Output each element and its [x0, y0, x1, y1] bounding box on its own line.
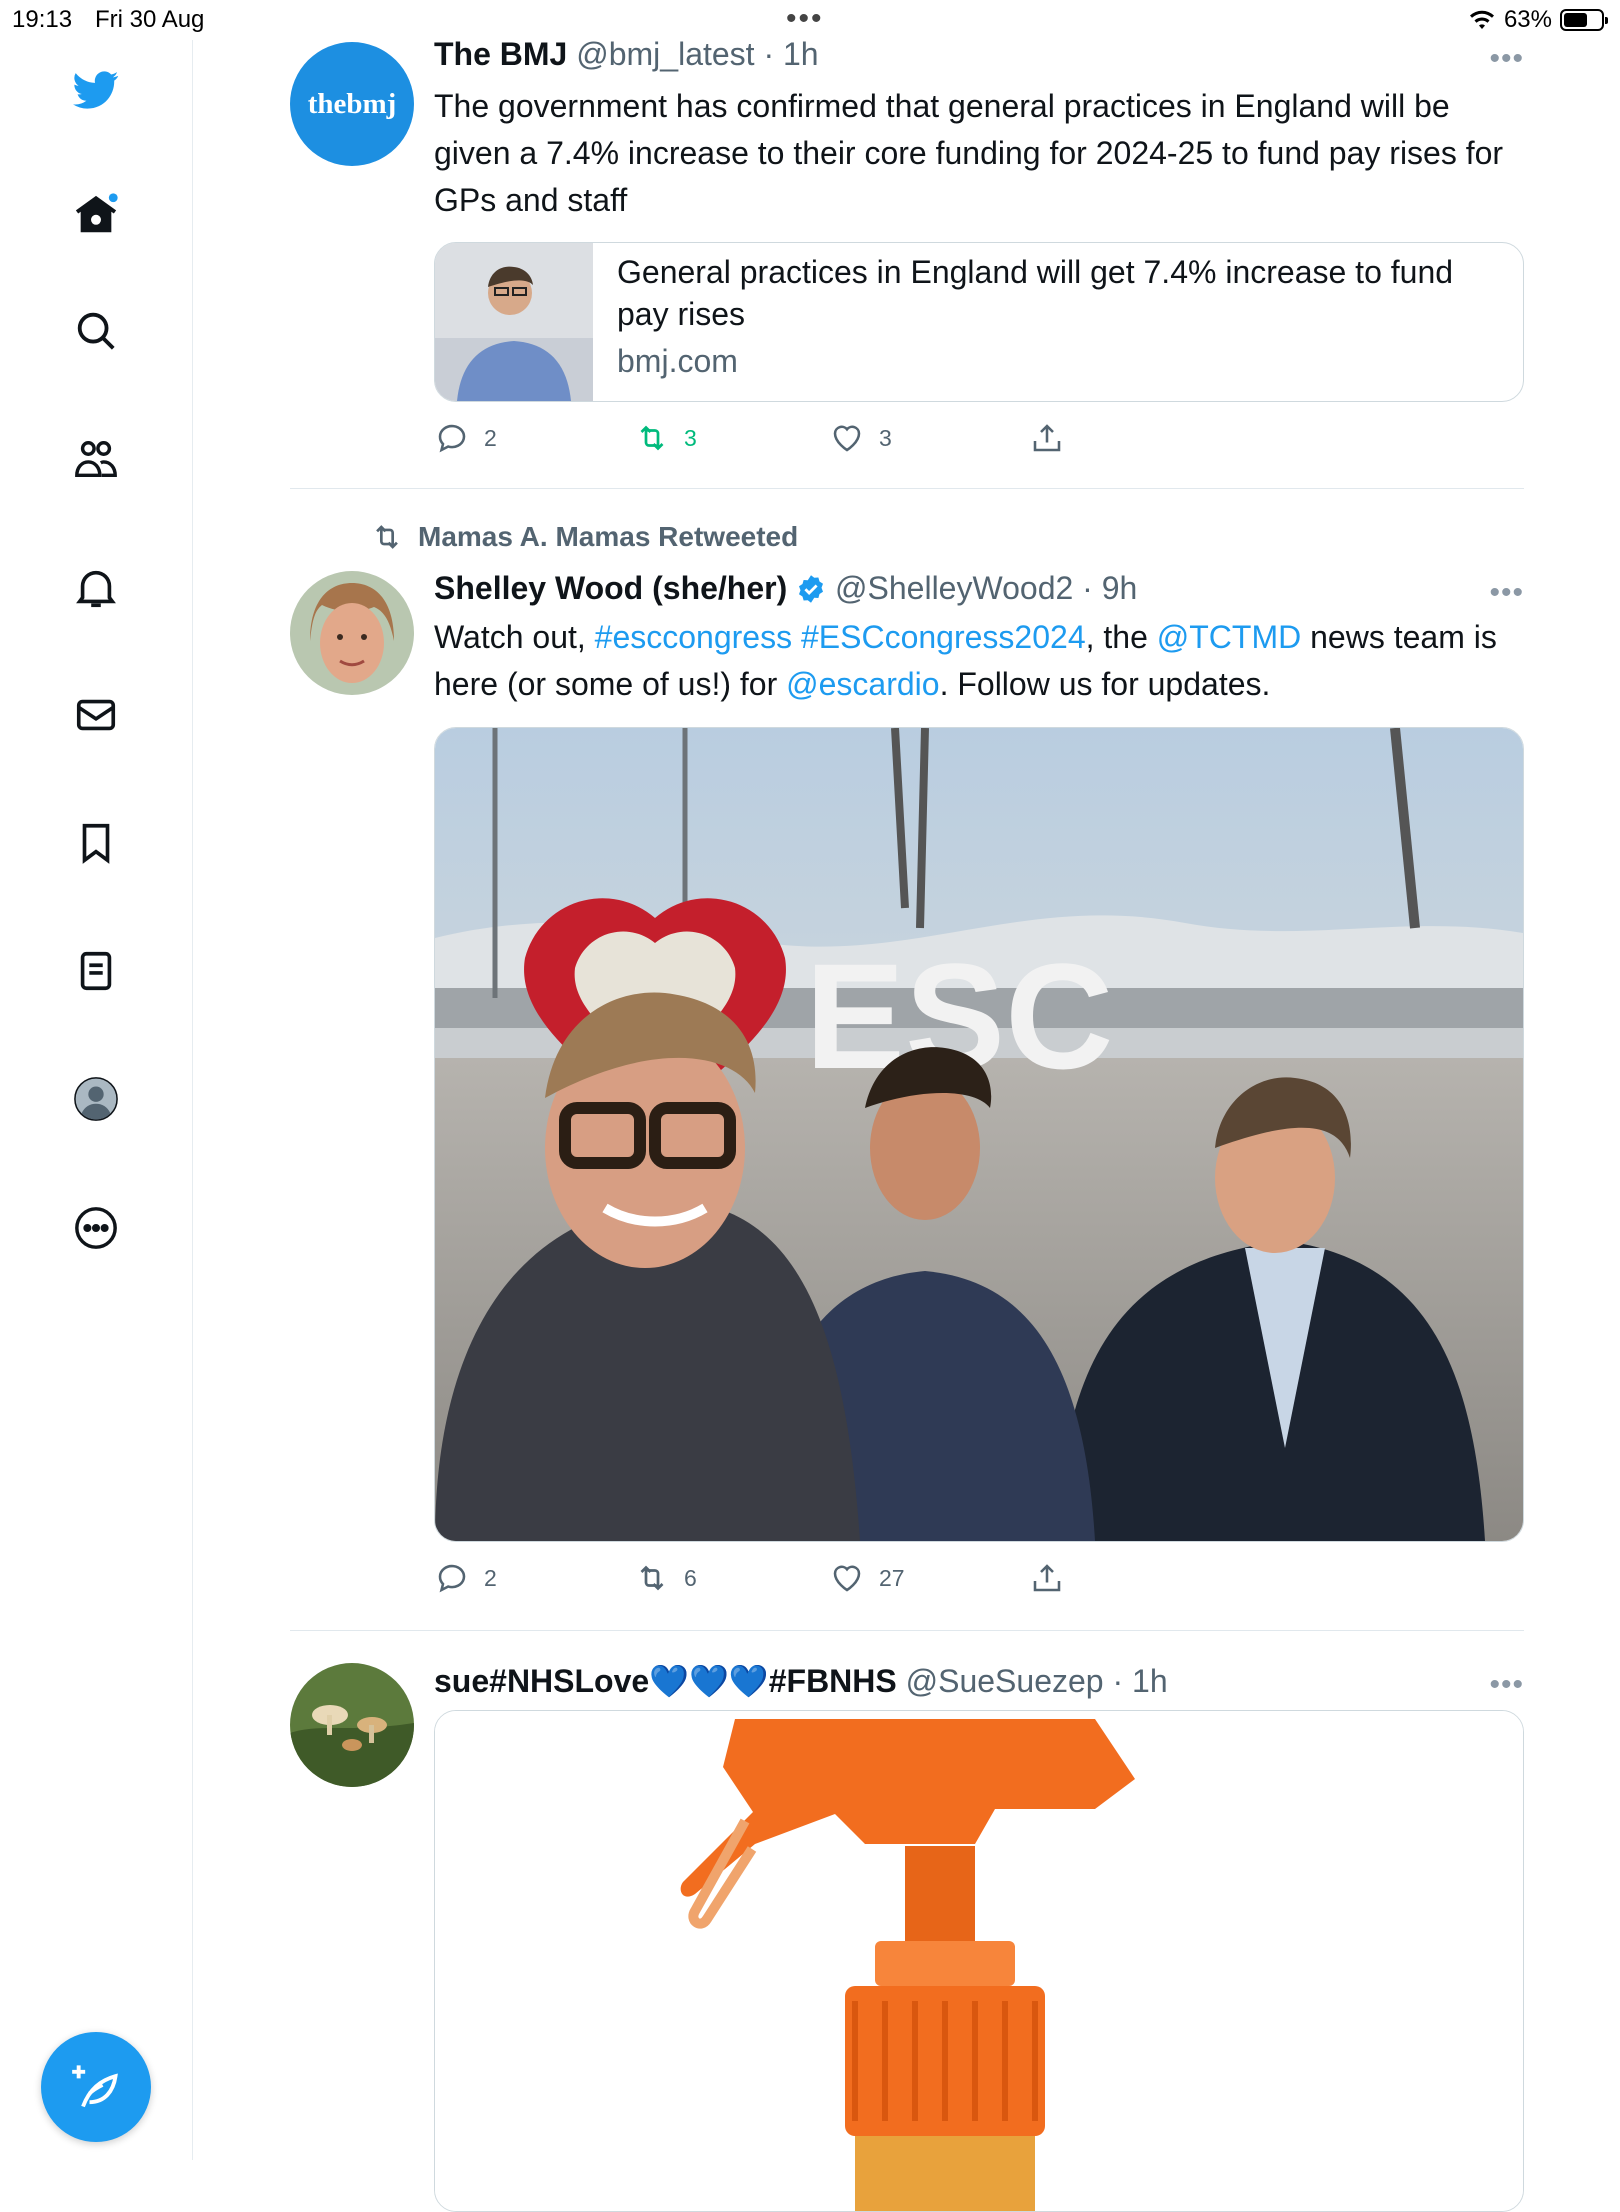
messages-icon[interactable] [68, 687, 124, 743]
tweet-divider [290, 488, 1524, 489]
tweet-actions: 2 6 27 [434, 1560, 1434, 1600]
share-icon [1033, 424, 1061, 452]
bookmarks-icon[interactable] [68, 815, 124, 871]
share-button[interactable] [1029, 420, 1065, 456]
tweet-text: Watch out, #esccongress #ESCcongress2024… [434, 614, 1524, 708]
notifications-icon[interactable] [68, 560, 124, 616]
mention-link[interactable]: @escardio [786, 666, 939, 702]
tweet-time[interactable]: · 1h [1112, 1663, 1167, 1699]
retweet-button[interactable]: 6 [634, 1560, 697, 1596]
compose-feather-icon [72, 2065, 118, 2108]
profile-icon[interactable] [68, 1071, 124, 1127]
tweet-time[interactable]: · 9h [1082, 570, 1137, 606]
multitasking-dots-icon[interactable]: ••• [786, 2, 824, 36]
hashtag-link[interactable]: #ESCcongress2024 [801, 619, 1086, 655]
battery-percent: 63% [1503, 6, 1552, 33]
reply-icon [438, 424, 466, 453]
link-card-domain: bmj.com [617, 343, 738, 379]
tweet-more-icon[interactable]: ••• [1489, 1668, 1524, 1702]
link-card-thumbnail [435, 243, 593, 401]
avatar-bmj-logo-text: thebmj [307, 87, 397, 120]
retweet-small-icon [376, 525, 398, 549]
more-icon[interactable] [68, 1200, 124, 1256]
battery-icon [1560, 9, 1608, 31]
retweet-count: 6 [684, 1564, 697, 1591]
tweet-header: The BMJ @bmj_latest · 1h [434, 36, 819, 73]
mention-link[interactable]: @TCTMD [1157, 619, 1301, 655]
tweet-time[interactable]: · 1h [763, 36, 818, 72]
link-card[interactable]: General practices in England will get 7.… [434, 242, 1524, 402]
heart-icon [833, 1565, 861, 1592]
tweet-more-icon[interactable]: ••• [1489, 576, 1524, 610]
tweet-text-part: . Follow us for updates. [939, 666, 1271, 702]
lists-icon[interactable] [68, 943, 124, 999]
communities-icon[interactable] [68, 432, 124, 488]
reply-button[interactable]: 2 [434, 1560, 497, 1596]
twitter-bird-icon[interactable] [68, 62, 124, 118]
retweet-icon [640, 425, 664, 451]
compose-tweet-button[interactable] [41, 2032, 151, 2142]
tweet-text-part [792, 619, 801, 655]
author-name[interactable]: sue#NHSLove💙💙💙#FBNHS [434, 1663, 897, 1699]
retweeted-by[interactable]: Mamas A. Mamas Retweeted [370, 520, 798, 554]
reply-icon [438, 1564, 466, 1593]
author-handle[interactable]: @ShelleyWood2 [835, 570, 1073, 606]
status-time: 19:13 [12, 6, 73, 33]
avatar-sue[interactable] [290, 1663, 414, 1787]
status-right: 63% [1468, 6, 1608, 34]
author-name[interactable]: The BMJ [434, 36, 567, 72]
share-button[interactable] [1029, 1560, 1065, 1596]
status-date: Fri 30 Aug [95, 6, 205, 33]
tweet-header: Shelley Wood (she/her) @ShelleyWood2 · 9… [434, 570, 1137, 607]
tweet-text-part: , the [1085, 619, 1157, 655]
reply-button[interactable]: 2 [434, 420, 497, 456]
author-name[interactable]: Shelley Wood (she/her) [434, 570, 787, 606]
avatar-shelley-wood[interactable] [290, 571, 414, 695]
heart-icon [833, 425, 861, 452]
verified-badge-icon [799, 575, 824, 603]
tweet-divider [290, 1630, 1524, 1631]
tweet-text: The government has confirmed that genera… [434, 88, 1504, 218]
author-handle[interactable]: @SueSuezep [906, 1663, 1104, 1699]
tweet-actions: 2 3 3 [434, 420, 1434, 460]
like-button[interactable]: 27 [829, 1560, 905, 1596]
tweet-photo[interactable] [434, 1710, 1524, 2212]
battery-fill [1564, 13, 1587, 27]
home-icon[interactable] [68, 187, 124, 243]
like-count: 3 [879, 424, 892, 451]
reply-count: 2 [484, 1564, 497, 1591]
tweet-text-part: Watch out, [434, 619, 595, 655]
share-icon [1033, 1564, 1061, 1592]
retweeted-by-label: Mamas A. Mamas Retweeted [418, 521, 799, 552]
tweet-photo[interactable]: ESC [434, 727, 1524, 1542]
tweet-more-icon[interactable]: ••• [1489, 42, 1524, 76]
reply-count: 2 [484, 424, 497, 451]
tweet-header: sue#NHSLove💙💙💙#FBNHS @SueSuezep · 1h [434, 1662, 1168, 1700]
like-button[interactable]: 3 [829, 420, 892, 456]
retweet-icon [640, 1565, 664, 1591]
avatar-bmj[interactable]: thebmj [290, 42, 414, 166]
retweet-button[interactable]: 3 [634, 420, 697, 456]
retweet-count: 3 [684, 424, 697, 451]
status-bar: 19:13 Fri 30 Aug ••• 63% [0, 0, 1620, 40]
author-handle[interactable]: @bmj_latest [576, 36, 754, 72]
sidebar-nav [0, 40, 193, 2160]
search-icon[interactable] [68, 303, 124, 359]
like-count: 27 [879, 1564, 905, 1591]
link-card-title: General practices in England will get 7.… [617, 254, 1454, 332]
hashtag-link[interactable]: #esccongress [595, 619, 792, 655]
wifi-icon [1469, 10, 1494, 29]
